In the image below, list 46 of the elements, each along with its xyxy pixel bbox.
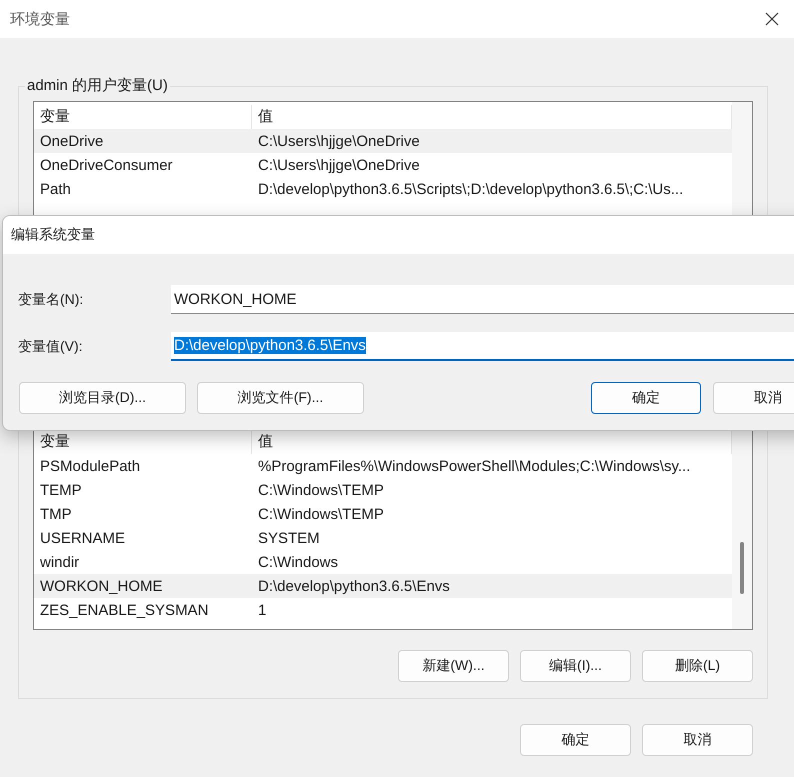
variable-value: C:\Windows\TEMP [257,482,385,498]
variable-name: Path [39,180,72,198]
scrollbar-thumb[interactable] [740,542,744,594]
list-row[interactable]: WORKON_HOME D:\develop\python3.6.5\Envs [34,574,732,598]
variable-value: D:\develop\python3.6.5\Envs [257,578,451,594]
variable-name: OneDrive [39,132,104,150]
list-row[interactable]: windir C:\Windows [34,550,732,574]
variable-value: C:\Users\hjjge\OneDrive [257,132,421,150]
variable-name: TEMP [39,482,83,498]
group-title: admin 的用户变量(U) [25,77,170,95]
dialog-button[interactable]: 浏览文件(F)... [197,382,364,414]
dialog-button[interactable]: 确定 [520,724,631,756]
variable-value: %ProgramFiles%\WindowsPowerShell\Modules;C:\Windows\sy... [257,458,692,474]
variable-name: WORKON_HOME [39,578,164,594]
list-row[interactable]: TEMP C:\Windows\TEMP [34,478,732,502]
variable-name: USERNAME [39,530,126,546]
variable-value: C:\Windows [257,554,340,570]
variable-name: PSModulePath [39,458,142,474]
variable-value: SYSTEM [257,530,321,546]
input-field[interactable]: WORKON_HOME [171,285,794,314]
field-label: 变量值(V): [18,338,84,356]
variable-value: D:\develop\python3.6.5\Scripts\;D:\develop\python3.6.5\;C:\Us... [257,180,684,198]
list-row[interactable]: USERNAME SYSTEM [34,526,732,550]
variable-value: 1 [257,602,268,618]
dialog-button[interactable]: 确定 [591,382,701,414]
dialog-button[interactable]: 浏览目录(D)... [19,382,186,414]
list-row[interactable]: Path D:\develop\python3.6.5\Scripts\;D:\develop\python3.6.5\;C:\Us... [34,177,732,201]
window-title: 环境变量 [10,10,70,28]
list-row[interactable]: PSModulePath %ProgramFiles%\WindowsPowerShell\Modules;C:\Windows\sy... [34,454,732,478]
list-row[interactable]: OneDriveConsumer C:\Users\hjjge\OneDrive [34,153,732,177]
close-icon[interactable] [764,11,780,27]
list-action-button[interactable]: 删除(L) [642,650,753,682]
variable-value: C:\Windows\TEMP [257,506,385,522]
variable-name: OneDriveConsumer [39,156,174,174]
variable-name: TMP [39,506,73,522]
variable-value: C:\Users\hjjge\OneDrive [257,156,421,174]
list-row[interactable]: OneDrive C:\Users\hjjge\OneDrive [34,129,732,153]
list-row[interactable]: ZES_ENABLE_SYSMAN 1 [34,598,732,622]
list-action-button[interactable]: 新建(W)... [398,650,509,682]
list-row[interactable]: TMP C:\Windows\TEMP [34,502,732,526]
list-action-button[interactable]: 编辑(I)... [520,650,631,682]
input-field[interactable]: D:\develop\python3.6.5\Envs [171,332,794,361]
dialog-button[interactable]: 取消 [713,382,794,414]
variable-name: ZES_ENABLE_SYSMAN [39,602,210,618]
dialog-button[interactable]: 取消 [642,724,753,756]
variable-name: windir [39,554,80,570]
